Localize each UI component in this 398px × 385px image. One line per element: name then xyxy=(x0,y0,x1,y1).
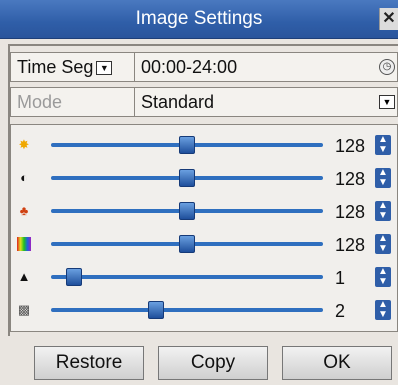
noise-reduction-row: ▩ 2 ▲ ▼ xyxy=(11,294,398,326)
title-bar: Image Settings ✕ xyxy=(0,0,398,39)
brightness-value[interactable]: 128 xyxy=(335,134,375,158)
slider-thumb[interactable] xyxy=(179,169,195,187)
spinner-icon[interactable]: ▲ ▼ xyxy=(375,234,391,254)
slider-thumb[interactable] xyxy=(179,136,195,154)
slider-thumb[interactable] xyxy=(148,301,164,319)
hue-slider[interactable] xyxy=(51,235,323,253)
chevron-down-icon[interactable]: ▼ xyxy=(96,61,113,76)
brightness-slider[interactable] xyxy=(51,136,323,154)
saturation-row: ♣ 128 ▲ ▼ xyxy=(11,195,398,227)
chevron-down-icon[interactable]: ▼ xyxy=(379,95,395,109)
spinner-icon[interactable]: ▲ ▼ xyxy=(375,135,391,155)
slider-thumb[interactable] xyxy=(179,202,195,220)
close-icon[interactable]: ✕ xyxy=(379,8,398,30)
contrast-value[interactable]: 128 xyxy=(335,167,375,191)
window-title: Image Settings xyxy=(135,8,263,29)
sharpness-row: ▲ 1 ▲ ▼ xyxy=(11,261,398,293)
time-seg-row: Time Seg ▼ 00:00-24:00 ◷ xyxy=(10,52,398,82)
hue-value[interactable]: 128 xyxy=(335,233,375,257)
mode-select[interactable]: Standard xyxy=(141,88,214,116)
noise-icon: ▩ xyxy=(17,302,31,317)
hue-row: 128 ▲ ▼ xyxy=(11,228,398,260)
spinner-icon[interactable]: ▲ ▼ xyxy=(375,201,391,221)
slider-thumb[interactable] xyxy=(179,235,195,253)
time-seg-value[interactable]: 00:00-24:00 xyxy=(141,53,237,81)
saturation-icon: ♣ xyxy=(19,203,29,218)
contrast-icon: ◐ xyxy=(20,170,28,185)
spinner-icon[interactable]: ▲ ▼ xyxy=(375,300,391,320)
slider-panel: ✸ 128 ▲ ▼ ◐ 128 ▲ ▼ ♣ 128 ▲ ▼ 128 ▲ ▼ ▲ 1 ▲ ▼… xyxy=(10,124,398,332)
restore-button[interactable]: Restore xyxy=(34,346,144,380)
brightness-row: ✸ 128 ▲ ▼ xyxy=(11,129,398,161)
sharpness-value[interactable]: 1 xyxy=(335,266,375,290)
time-seg-select[interactable]: Time Seg ▼ xyxy=(11,53,135,81)
spinner-icon[interactable]: ▲ ▼ xyxy=(375,267,391,287)
time-seg-label: Time Seg xyxy=(17,57,94,77)
hue-icon xyxy=(17,237,31,251)
sharpness-slider[interactable] xyxy=(51,268,323,286)
mode-label: Mode xyxy=(11,88,135,116)
mode-row: Mode Standard ▼ xyxy=(10,87,398,117)
contrast-slider[interactable] xyxy=(51,169,323,187)
noise-reduction-value[interactable]: 2 xyxy=(335,299,375,323)
spinner-icon[interactable]: ▲ ▼ xyxy=(375,168,391,188)
saturation-value[interactable]: 128 xyxy=(335,200,375,224)
slider-thumb[interactable] xyxy=(66,268,82,286)
copy-button[interactable]: Copy xyxy=(158,346,268,380)
clock-icon[interactable]: ◷ xyxy=(379,59,395,75)
ok-button[interactable]: OK xyxy=(282,346,392,380)
noise-reduction-slider[interactable] xyxy=(51,301,323,319)
sharpness-icon: ▲ xyxy=(17,269,31,284)
saturation-slider[interactable] xyxy=(51,202,323,220)
contrast-row: ◐ 128 ▲ ▼ xyxy=(11,162,398,194)
sun-icon: ✸ xyxy=(18,137,30,152)
